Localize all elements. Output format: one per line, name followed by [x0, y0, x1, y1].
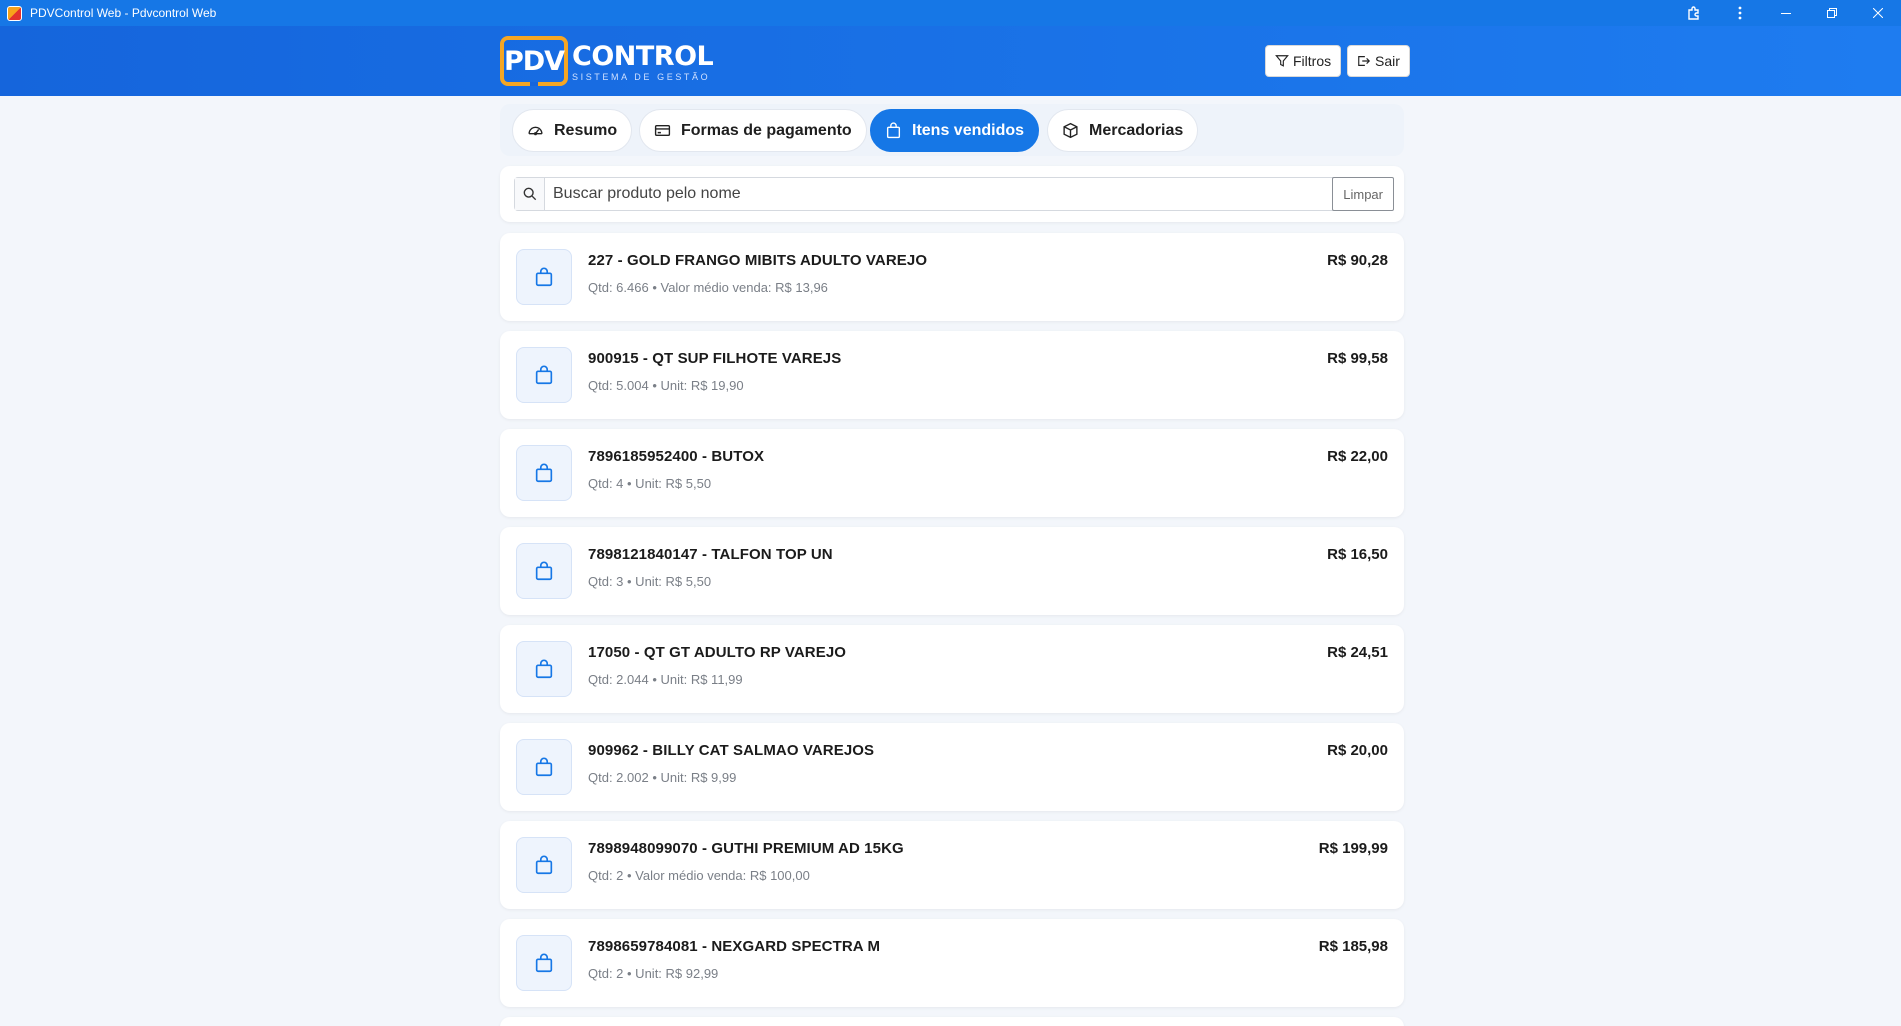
shopping-bag-icon	[516, 837, 572, 893]
app-icon	[7, 5, 22, 21]
item-title: 7898948099070 - GUTHI PREMIUM AD 15KG	[588, 840, 904, 857]
window-title: PDVControl Web - Pdvcontrol Web	[30, 6, 217, 20]
tab-label: Mercadorias	[1089, 121, 1184, 139]
shopping-bag-icon	[516, 445, 572, 501]
tab-itens-vendidos[interactable]: Itens vendidos	[870, 109, 1040, 152]
item-total: R$ 185,98	[1318, 938, 1388, 955]
list-item[interactable]: 7898659784081 - NEXGARD SPECTRA M Qtd: 2…	[500, 919, 1404, 1007]
item-details: Qtd: 3 • Unit: R$ 5,50	[588, 574, 712, 589]
logo-box: PDV	[500, 36, 568, 86]
exit-button[interactable]: Sair	[1347, 45, 1410, 77]
list-item-partial[interactable]	[500, 1017, 1404, 1026]
list-item[interactable]: 7896185952400 - BUTOX Qtd: 4 • Unit: R$ …	[500, 429, 1404, 517]
logo[interactable]: PDV CONTROL SISTEMA DE GESTÃO	[500, 36, 714, 86]
item-total: R$ 16,50	[1327, 546, 1388, 563]
item-title: 7898659784081 - NEXGARD SPECTRA M	[588, 938, 881, 955]
item-details: Qtd: 2 • Valor médio venda: R$ 100,00	[588, 868, 810, 883]
item-total: R$ 90,28	[1327, 252, 1388, 269]
filter-icon	[1275, 55, 1289, 67]
search-input[interactable]	[545, 178, 1333, 210]
window-controls	[1671, 0, 1901, 26]
item-title: 17050 - QT GT ADULTO RP VAREJO	[588, 644, 847, 661]
more-options-icon[interactable]	[1717, 0, 1763, 26]
tabs-bar: Resumo Formas de pagamento Itens vendido…	[500, 104, 1404, 156]
close-icon[interactable]	[1855, 0, 1901, 26]
clear-button[interactable]: Limpar	[1332, 177, 1394, 211]
item-total: R$ 24,51	[1327, 644, 1388, 661]
shopping-bag-icon	[516, 739, 572, 795]
logo-word: CONTROL	[572, 41, 714, 72]
item-details: Qtd: 2.044 • Unit: R$ 11,99	[588, 672, 743, 687]
item-details: Qtd: 4 • Unit: R$ 5,50	[588, 476, 712, 491]
credit-card-icon	[654, 125, 671, 136]
list-item[interactable]: 900915 - QT SUP FILHOTE VAREJS Qtd: 5.00…	[500, 331, 1404, 419]
item-title: 227 - GOLD FRANGO MIBITS ADULTO VAREJO	[588, 252, 928, 269]
tab-label: Formas de pagamento	[681, 121, 852, 139]
shopping-bag-icon	[886, 122, 901, 139]
item-title: 7896185952400 - BUTOX	[588, 448, 765, 465]
window-titlebar: PDVControl Web - Pdvcontrol Web	[0, 0, 1901, 26]
minimize-icon[interactable]	[1763, 0, 1809, 26]
shopping-bag-icon	[516, 543, 572, 599]
search-card: Limpar	[500, 166, 1404, 222]
tab-resumo[interactable]: Resumo	[512, 109, 633, 152]
shopping-bag-icon	[516, 641, 572, 697]
item-title: 7898121840147 - TALFON TOP UN	[588, 546, 833, 563]
dashboard-icon	[528, 126, 543, 136]
item-total: R$ 99,58	[1327, 350, 1388, 367]
item-details: Qtd: 5.004 • Unit: R$ 19,90	[588, 378, 744, 393]
app-header: PDV CONTROL SISTEMA DE GESTÃO Filtros Sa…	[0, 26, 1901, 96]
logo-box-text: PDV	[503, 45, 565, 77]
shopping-bag-icon	[516, 935, 572, 991]
shopping-bag-icon	[516, 249, 572, 305]
item-details: Qtd: 6.466 • Valor médio venda: R$ 13,96	[588, 280, 828, 295]
item-title: 900915 - QT SUP FILHOTE VAREJS	[588, 350, 842, 367]
sold-items-list: 227 - GOLD FRANGO MIBITS ADULTO VAREJO Q…	[500, 233, 1404, 1026]
list-item[interactable]: 227 - GOLD FRANGO MIBITS ADULTO VAREJO Q…	[500, 233, 1404, 321]
item-total: R$ 199,99	[1318, 840, 1388, 857]
list-item[interactable]: 7898948099070 - GUTHI PREMIUM AD 15KG Qt…	[500, 821, 1404, 909]
shopping-bag-icon	[516, 347, 572, 403]
search-icon	[515, 178, 545, 210]
filters-label: Filtros	[1293, 53, 1332, 69]
filters-button[interactable]: Filtros	[1265, 45, 1342, 77]
search-group: Limpar	[514, 177, 1394, 211]
item-total: R$ 22,00	[1327, 448, 1388, 465]
logo-text: CONTROL SISTEMA DE GESTÃO	[572, 41, 714, 82]
item-total: R$ 20,00	[1327, 742, 1388, 759]
item-details: Qtd: 2.002 • Unit: R$ 9,99	[588, 770, 737, 785]
tab-mercadorias[interactable]: Mercadorias	[1047, 109, 1199, 152]
tab-formas-de-pagamento[interactable]: Formas de pagamento	[639, 109, 867, 152]
logout-icon	[1358, 56, 1371, 66]
restore-icon[interactable]	[1809, 0, 1855, 26]
tab-label: Resumo	[554, 121, 618, 139]
list-item[interactable]: 7898121840147 - TALFON TOP UN Qtd: 3 • U…	[500, 527, 1404, 615]
logo-subtitle: SISTEMA DE GESTÃO	[572, 72, 711, 82]
item-details: Qtd: 2 • Unit: R$ 92,99	[588, 966, 719, 981]
list-item[interactable]: 17050 - QT GT ADULTO RP VAREJO Qtd: 2.04…	[500, 625, 1404, 713]
list-item[interactable]: 909962 - BILLY CAT SALMAO VAREJOS Qtd: 2…	[500, 723, 1404, 811]
exit-label: Sair	[1375, 53, 1400, 69]
box-icon	[1063, 122, 1078, 139]
extensions-icon[interactable]	[1671, 0, 1717, 26]
item-title: 909962 - BILLY CAT SALMAO VAREJOS	[588, 742, 875, 759]
tab-label: Itens vendidos	[912, 121, 1025, 139]
